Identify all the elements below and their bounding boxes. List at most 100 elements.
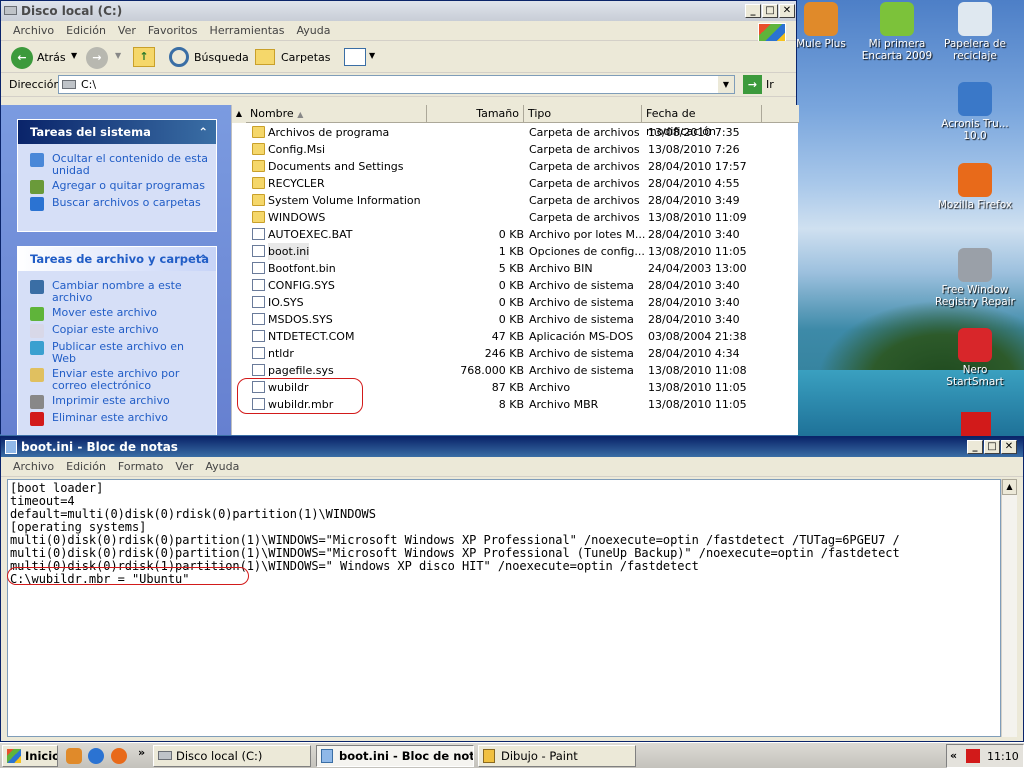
column-header-name[interactable]: Nombre ▲ [246,105,427,123]
views-dropdown-icon[interactable]: ▼ [369,51,375,60]
address-dropdown-icon[interactable]: ▼ [718,76,734,93]
menu-archivo[interactable]: Archivo [7,21,60,41]
notepad-titlebar[interactable]: boot.ini - Bloc de notas _ □ ✕ [1,437,1023,457]
tray-acrobat-icon[interactable] [966,749,980,763]
file-row[interactable]: RECYCLER Carpeta de archivos 28/04/2010 4:… [246,175,786,192]
desktop-icon[interactable]: Acronis Tru... 10.0 [935,82,1015,142]
taskbar-item-explorer[interactable]: Disco local (C:) [153,745,311,767]
task-delete[interactable]: Eliminar este archivo [26,412,208,426]
acrobat-icon[interactable] [961,412,991,436]
quicklaunch-mule-icon[interactable] [66,748,82,764]
views-icon[interactable] [344,48,366,66]
task-icon [30,180,44,194]
task-add-remove-programs[interactable]: Agregar o quitar programas [26,180,208,194]
task-publish-web[interactable]: Publicar este archivo en Web [26,341,208,365]
file-row[interactable]: System Volume Information Carpeta de arch… [246,192,786,209]
desktop-icon[interactable]: Mozilla Firefox [935,163,1015,211]
folders-icon[interactable] [255,49,275,65]
tray-expand-chevron[interactable]: « [950,749,957,762]
back-arrow-icon[interactable]: ← [11,47,33,69]
menu-edición[interactable]: Edición [60,21,112,41]
delete-x-icon [30,412,44,426]
go-button-label[interactable]: Ir [766,78,774,91]
file-row[interactable]: Config.Msi Carpeta de archivos 13/08/2010 … [246,141,786,158]
system-tasks-header[interactable]: Tareas del sistema ⌃ [18,120,216,144]
file-type: Archivo [529,381,571,394]
taskbar-item-paint[interactable]: Dibujo - Paint [478,745,636,767]
address-input[interactable]: C:\ ▼ [58,75,735,94]
scroll-up-arrow-icon[interactable]: ▲ [232,105,246,123]
task-email[interactable]: Enviar este archivo por correo electróni… [26,368,208,392]
file-row[interactable]: Archivos de programa Carpeta de archivos 1… [246,124,786,141]
notepad-text-area[interactable]: [boot loader] timeout=4 default=multi(0)di… [7,479,1001,737]
desktop-icon[interactable]: Papelera de reciclaje [935,2,1015,62]
quicklaunch-more-icon[interactable]: » [138,746,145,759]
menu-formato[interactable]: Formato [112,457,170,477]
menu-ayuda[interactable]: Ayuda [290,21,336,41]
search-button-label[interactable]: Búsqueda [194,51,249,64]
task-label: Eliminar este archivo [52,411,168,424]
maximize-button[interactable]: □ [762,4,778,18]
file-row[interactable]: AUTOEXEC.BAT 0 KB Archivo por lotes M... 28… [246,226,786,243]
back-button-label[interactable]: Atrás [37,51,66,64]
system-tasks-panel: Tareas del sistema ⌃ Ocultar el contenid… [17,119,217,232]
forward-arrow-icon[interactable]: → [86,47,108,69]
task-hide-drive-contents[interactable]: Ocultar el contenido de esta unidad [26,153,208,177]
menu-archivo[interactable]: Archivo [7,457,60,477]
search-icon[interactable] [169,47,189,67]
file-size: 8 KB [498,398,524,411]
folders-button-label[interactable]: Carpetas [281,51,330,64]
file-row[interactable]: Documents and Settings Carpeta de archivo… [246,158,786,175]
file-row[interactable]: MSDOS.SYS 0 KB Archivo de sistema 28/04/201… [246,311,786,328]
task-move[interactable]: Mover este archivo [26,307,208,321]
start-button[interactable]: Inicio [2,745,58,767]
minimize-button[interactable]: _ [745,4,761,18]
menu-favoritos[interactable]: Favoritos [142,21,204,41]
file-row[interactable]: ntldr 246 KB Archivo de sistema 28/04/2010 … [246,345,786,362]
vertical-scrollbar[interactable]: ▲ [1001,479,1017,737]
task-print[interactable]: Imprimir este archivo [26,395,208,409]
minimize-button[interactable]: _ [967,440,983,454]
column-header-type[interactable]: Tipo [524,105,642,123]
task-search-files[interactable]: Buscar archivos o carpetas [26,197,208,211]
task-rename[interactable]: Cambiar nombre a este archivo [26,280,208,304]
collapse-chevron-icon[interactable]: ⌃ [198,247,208,271]
file-row[interactable]: pagefile.sys 768.000 KB Archivo de sistema… [246,362,786,379]
file-row[interactable]: NTDETECT.COM 47 KB Aplicación MS-DOS 03/08/… [246,328,786,345]
column-header-size[interactable]: Tamaño [427,105,524,123]
desktop-icon[interactable]: Mule Plus [797,2,861,50]
file-row[interactable]: WINDOWS Carpeta de archivos 13/08/2010 11:… [246,209,786,226]
menu-ayuda[interactable]: Ayuda [199,457,245,477]
back-dropdown-icon[interactable]: ▼ [71,51,77,60]
file-type: Archivo MBR [529,398,599,411]
menu-edición[interactable]: Edición [60,457,112,477]
task-copy[interactable]: Copiar este archivo [26,324,208,338]
file-size: 1 KB [498,245,524,258]
column-header-date[interactable]: Fecha de modificación [642,105,762,138]
quicklaunch-firefox-icon[interactable] [111,748,127,764]
quicklaunch-ie-icon[interactable] [88,748,104,764]
file-row[interactable]: CONFIG.SYS 0 KB Archivo de sistema 28/04/20… [246,277,786,294]
taskbar-item-notepad[interactable]: boot.ini - Bloc de notas [316,745,474,767]
menu-ver[interactable]: Ver [112,21,142,41]
up-folder-icon[interactable]: ↑ [133,47,155,67]
close-button[interactable]: ✕ [1001,440,1017,454]
folder-icon [252,160,265,172]
scroll-up-arrow-icon[interactable]: ▲ [1002,479,1017,495]
collapse-chevron-icon[interactable]: ⌃ [198,120,208,144]
file-tasks-header[interactable]: Tareas de archivo y carpeta ⌃ [18,247,216,271]
menu-herramientas[interactable]: Herramientas [204,21,291,41]
explorer-titlebar[interactable]: Disco local (C:) _ □ ✕ [1,1,796,21]
desktop-icon[interactable]: Mi primera Encarta 2009 [857,2,937,62]
file-row[interactable]: IO.SYS 0 KB Archivo de sistema 28/04/2010 3… [246,294,786,311]
desktop-app-icon [958,2,992,36]
desktop-icon[interactable]: Nero StartSmart [935,328,1015,388]
file-row[interactable]: Bootfont.bin 5 KB Archivo BIN 24/04/2003 13… [246,260,786,277]
desktop-icon[interactable]: Free Window Registry Repair [935,248,1015,308]
go-arrow-icon[interactable]: → [743,75,762,94]
close-button[interactable]: ✕ [779,4,795,18]
maximize-button[interactable]: □ [984,440,1000,454]
file-row[interactable]: boot.ini 1 KB Opciones de config... 13/08/2… [246,243,786,260]
forward-dropdown-icon[interactable]: ▼ [115,51,121,60]
menu-ver[interactable]: Ver [169,457,199,477]
